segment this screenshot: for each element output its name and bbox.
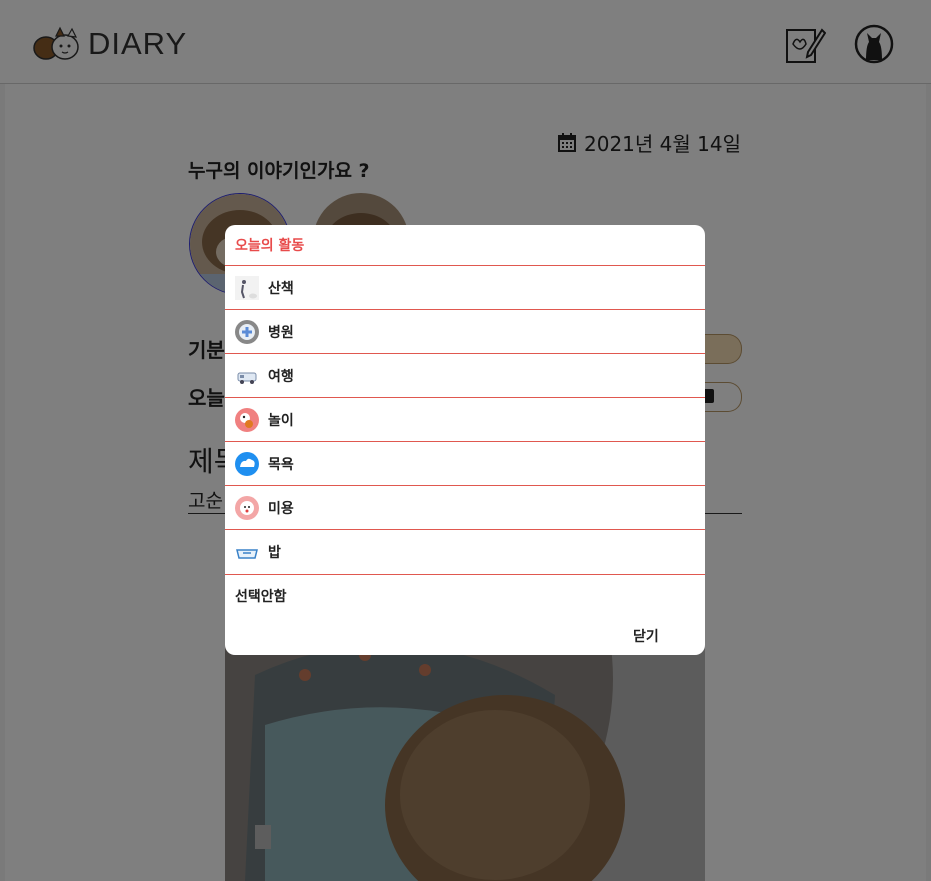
activity-option-meal[interactable]: 밥 bbox=[225, 529, 705, 574]
walk-icon bbox=[235, 276, 259, 300]
activity-option-label: 병원 bbox=[268, 325, 294, 341]
activity-option-label: 산책 bbox=[268, 281, 294, 297]
bath-icon bbox=[235, 452, 259, 476]
activity-option-grooming[interactable]: 미용 bbox=[225, 485, 705, 530]
modal-title: 오늘의 활동 bbox=[235, 238, 305, 254]
activity-option-label: 미용 bbox=[268, 501, 294, 517]
hospital-icon bbox=[235, 320, 259, 344]
play-icon bbox=[235, 408, 259, 432]
activity-option-label: 놀이 bbox=[268, 413, 294, 429]
activity-modal: 오늘의 활동 산책 병원 여행 놀이 목욕 미용 밥 선택안함 닫기 bbox=[225, 225, 705, 655]
activity-option-label: 밥 bbox=[268, 545, 281, 561]
activity-option-none[interactable]: 선택안함 bbox=[225, 574, 705, 615]
activity-option-label: 여행 bbox=[268, 369, 294, 385]
travel-icon bbox=[235, 364, 259, 388]
activity-option-travel[interactable]: 여행 bbox=[225, 353, 705, 398]
grooming-icon bbox=[235, 496, 259, 520]
close-button[interactable]: 닫기 bbox=[623, 624, 669, 648]
activity-option-play[interactable]: 놀이 bbox=[225, 397, 705, 442]
activity-option-walk[interactable]: 산책 bbox=[225, 265, 705, 310]
activity-option-none-label: 선택안함 bbox=[235, 589, 287, 605]
activity-option-hospital[interactable]: 병원 bbox=[225, 309, 705, 354]
meal-icon bbox=[235, 540, 259, 564]
activity-option-label: 목욕 bbox=[268, 457, 294, 473]
activity-option-bath[interactable]: 목욕 bbox=[225, 441, 705, 486]
